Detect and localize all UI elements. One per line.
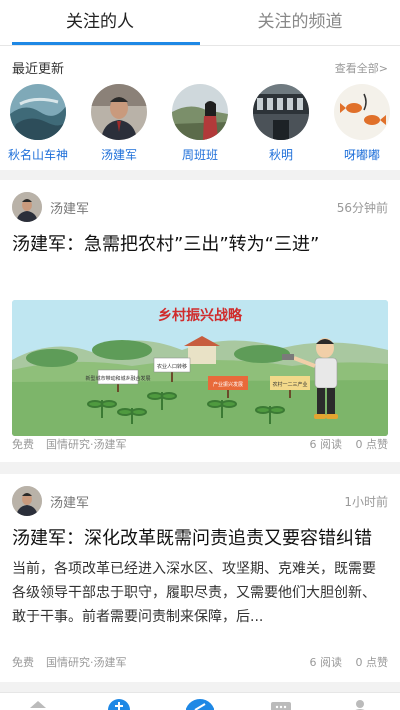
- post-time: 56分钟前: [336, 200, 388, 215]
- price-tag: 免费: [12, 656, 34, 669]
- sign-label-2: 农业人口转移: [157, 363, 187, 370]
- sign-label-1: 新型城市带动和城乡融合发展: [85, 375, 150, 382]
- recent-person-1[interactable]: 秋名山车神: [0, 84, 76, 163]
- recent-person-4[interactable]: 秋明: [243, 84, 319, 163]
- article-meta: 免费 国情研究·汤建军 6 阅读 0 点赞: [0, 654, 400, 670]
- top-tabs: 关注的人 关注的频道: [0, 0, 400, 46]
- recent-person-name: 周班班: [181, 148, 218, 162]
- recent-person-name: 汤建军: [100, 148, 137, 162]
- rural-revitalization-illustration[interactable]: 新型城市带动和城乡融合发展 农业人口转移 产业振兴发展 农村一二三产业 乡村振兴…: [12, 300, 388, 436]
- building-photo-avatar: [253, 84, 309, 140]
- profile-icon[interactable]: [350, 697, 370, 710]
- goldfish-drawing-avatar: [334, 84, 390, 140]
- like-count: 0 点赞: [355, 656, 389, 669]
- author-name[interactable]: 汤建军: [50, 492, 89, 511]
- tab-followed-people[interactable]: 关注的人: [0, 0, 200, 45]
- add-icon[interactable]: [108, 697, 130, 710]
- author-avatar[interactable]: [12, 486, 42, 516]
- message-icon[interactable]: [270, 697, 291, 710]
- article-title[interactable]: 汤建军：急需把农村”三出”转为“三进”: [0, 222, 400, 259]
- article-title[interactable]: 汤建军：深化改革既需问责追责又要容错纠错: [0, 516, 400, 553]
- read-count: 6 阅读: [309, 438, 343, 451]
- center-icon[interactable]: [185, 697, 215, 710]
- image-caption: 乡村振兴战略: [158, 307, 243, 324]
- tab-followed-channels[interactable]: 关注的频道: [200, 0, 400, 45]
- coast-photo-avatar: [10, 84, 66, 140]
- post-time: 1小时前: [344, 494, 388, 509]
- article-card-1[interactable]: 汤建军 56分钟前 汤建军：急需把农村”三出”转为“三进” 新型城市带动和城乡融: [0, 180, 400, 462]
- home-icon[interactable]: [28, 697, 48, 710]
- recent-person-3[interactable]: 周班班: [162, 84, 238, 163]
- channel-tag[interactable]: 国情研究·汤建军: [46, 436, 127, 452]
- sign-label-3: 产业振兴发展: [213, 381, 243, 388]
- like-count: 0 点赞: [355, 438, 389, 451]
- man-in-suit-avatar: [91, 84, 147, 140]
- author-avatar[interactable]: [12, 192, 42, 222]
- author-name[interactable]: 汤建军: [50, 198, 89, 217]
- article-meta: 免费 国情研究·汤建军 6 阅读 0 点赞: [0, 436, 400, 452]
- recent-updates-title: 最近更新: [12, 62, 65, 77]
- sign-label-4: 农村一二三产业: [272, 381, 307, 388]
- channel-tag[interactable]: 国情研究·汤建军: [46, 654, 127, 670]
- bottom-nav: [0, 692, 400, 710]
- recent-updates-section: 最近更新 查看全部> 秋名山车神 汤建军 周班班 秋明 呀嘟嘟: [0, 46, 400, 170]
- recent-person-name: 呀嘟嘟: [343, 148, 380, 162]
- read-count: 6 阅读: [309, 656, 343, 669]
- price-tag: 免费: [12, 438, 34, 451]
- see-all-link[interactable]: 查看全部>: [335, 60, 388, 76]
- recent-person-2[interactable]: 汤建军: [81, 84, 157, 163]
- recent-person-name: 秋明: [268, 148, 293, 162]
- article-card-2[interactable]: 汤建军 1小时前 汤建军：深化改革既需问责追责又要容错纠错 当前，各项改革已经进…: [0, 474, 400, 682]
- recent-person-name: 秋名山车神: [7, 148, 68, 162]
- person-outdoor-avatar: [172, 84, 228, 140]
- recent-person-5[interactable]: 呀嘟嘟: [324, 84, 400, 163]
- article-excerpt[interactable]: 当前，各项改革已经进入深水区、攻坚期、克难关，既需要各级领导干部忠于职守，履职尽…: [0, 553, 400, 635]
